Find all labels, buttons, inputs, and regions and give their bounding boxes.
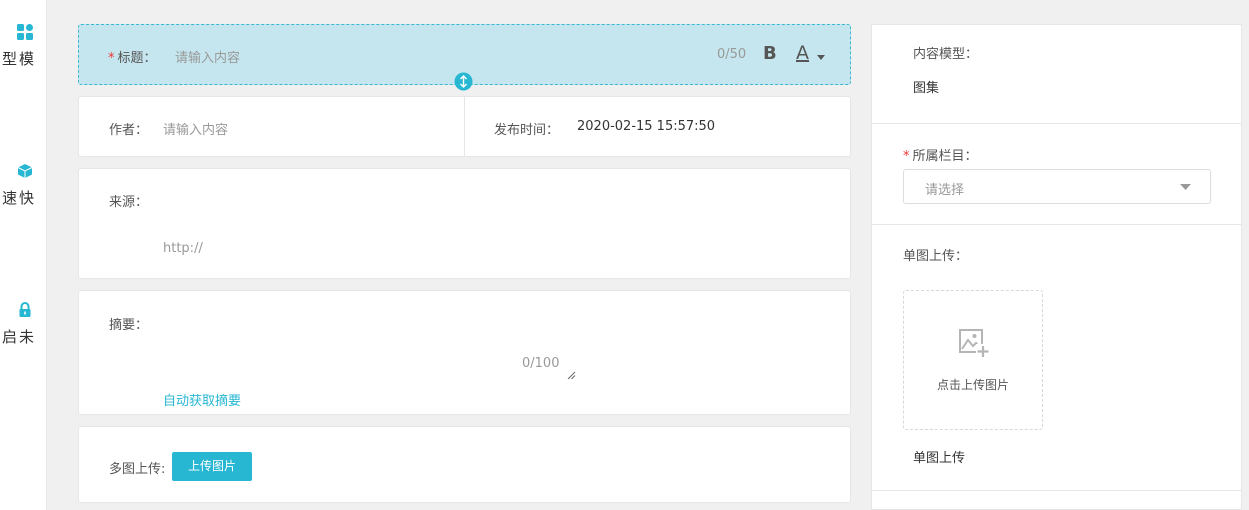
upload-images-button[interactable]: 上传图片	[172, 452, 252, 481]
source-card	[78, 168, 851, 279]
single-image-upload-box[interactable]: 点击上传图片	[903, 290, 1043, 430]
summary-char-count: 0/100	[522, 356, 560, 371]
source-input[interactable]: http://	[163, 241, 203, 256]
drag-handle-icon[interactable]	[454, 72, 473, 91]
summary-label: 摘要：	[109, 318, 149, 333]
publish-time-label: 发布时间：	[494, 123, 560, 138]
content-model-label: 内容模型：	[913, 47, 979, 62]
grid-icon	[17, 24, 33, 40]
column-divider	[464, 97, 465, 156]
sidebar-item-label: 快速组件	[0, 190, 35, 205]
resize-handle-icon[interactable]	[567, 371, 576, 380]
required-mark: *	[903, 149, 910, 164]
bold-button[interactable]: B	[763, 43, 777, 64]
author-input[interactable]: 请输入内容	[163, 119, 228, 138]
category-label: * 所属栏目：	[903, 145, 978, 164]
title-char-count: 0/50	[717, 47, 747, 62]
title-label-text: 标题：	[117, 51, 157, 66]
single-upload-footer: 单图上传	[913, 451, 966, 466]
section-divider	[871, 123, 1242, 124]
category-label-text: 所属栏目：	[912, 149, 978, 164]
category-select[interactable]: 请选择	[903, 169, 1211, 204]
image-upload-icon	[959, 329, 990, 358]
lock-icon	[19, 302, 31, 317]
required-mark: *	[108, 51, 115, 66]
font-color-button[interactable]: A	[796, 42, 809, 64]
properties-panel	[871, 24, 1242, 510]
author-label: 作者：	[109, 123, 149, 138]
chevron-down-icon	[1180, 184, 1191, 190]
content-model-value: 图集	[913, 81, 940, 96]
auto-summary-link[interactable]: 自动获取摘要	[163, 390, 241, 409]
sidebar-item-label: 模型组件	[0, 51, 35, 66]
sidebar-item-label: 未启用模型	[0, 329, 35, 344]
multi-upload-label: 多图上传:	[109, 462, 166, 477]
title-input[interactable]: 请输入内容	[175, 47, 240, 66]
section-divider	[871, 490, 1242, 491]
caret-down-icon[interactable]	[817, 55, 825, 60]
category-select-value: 请选择	[925, 183, 965, 198]
left-sidebar: 模型组件 快速组件 未启用模型	[0, 0, 47, 510]
upload-hint: 点击上传图片	[936, 378, 1009, 392]
single-upload-label: 单图上传：	[903, 249, 969, 264]
cube-icon	[17, 164, 33, 178]
publish-time-input[interactable]: 2020-02-15 15:57:50	[577, 119, 715, 134]
section-divider	[871, 224, 1242, 225]
title-label: * 标题：	[108, 47, 157, 66]
source-label: 来源：	[109, 195, 149, 210]
